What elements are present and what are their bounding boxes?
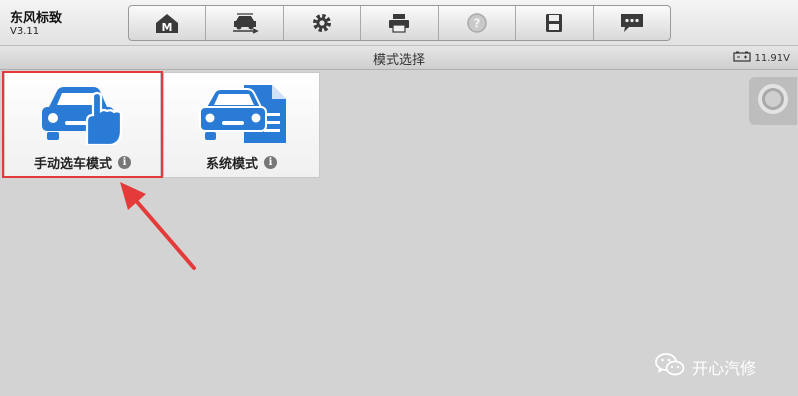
circle-button-icon	[756, 82, 790, 120]
wechat-icon	[654, 352, 686, 382]
watermark-text: 开心汽修	[692, 359, 757, 378]
annotation-arrow	[120, 182, 196, 270]
floating-assist-button[interactable]	[749, 77, 797, 125]
watermark: 开心汽修	[654, 352, 756, 382]
